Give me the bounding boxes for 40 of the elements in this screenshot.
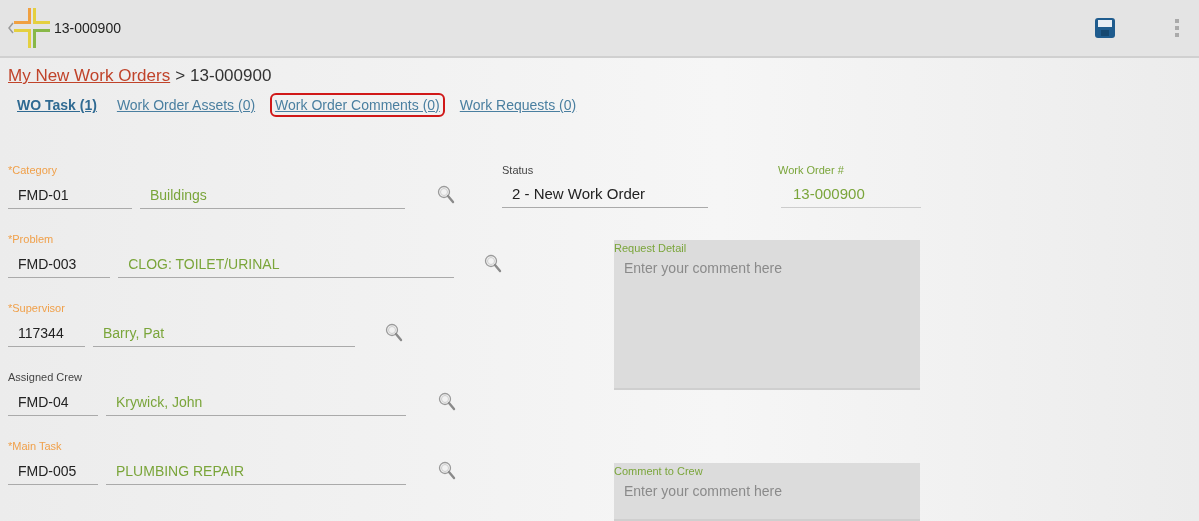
screen-title: 13-000900: [54, 20, 121, 36]
name-field: PLUMBING REPAIR: [106, 457, 406, 485]
breadcrumb-separator: >: [175, 66, 186, 86]
field-label: *Problem: [8, 232, 54, 247]
back-icon[interactable]: [8, 22, 14, 34]
search-icon[interactable]: [437, 185, 455, 205]
tab[interactable]: Work Order Comments (0): [270, 93, 445, 117]
code-field[interactable]: FMD-01: [8, 181, 132, 209]
search-icon[interactable]: [385, 323, 403, 343]
field-label: Request Detail: [614, 241, 687, 256]
breadcrumb-current: 13-000900: [190, 66, 272, 86]
comment-input[interactable]: Enter your comment here: [614, 479, 920, 519]
field-label: Assigned Crew: [8, 370, 82, 385]
tab[interactable]: Work Requests (0): [454, 93, 582, 117]
app-logo-icon[interactable]: [14, 8, 50, 48]
tab[interactable]: WO Task (1): [12, 93, 102, 117]
name-field: CLOG: TOILET/URINAL: [118, 250, 454, 278]
tab[interactable]: Work Order Assets (0): [111, 93, 261, 117]
overflow-menu-icon[interactable]: [1175, 19, 1179, 37]
field-label: Status: [502, 163, 534, 178]
name-field: Barry, Pat: [93, 319, 355, 347]
breadcrumb-link[interactable]: My New Work Orders: [8, 66, 171, 86]
status-field[interactable]: 2 - New Work Order: [502, 180, 708, 208]
field-label: *Category: [8, 163, 57, 178]
comment-input[interactable]: Enter your comment here: [614, 256, 920, 388]
search-icon[interactable]: [438, 461, 456, 481]
code-field[interactable]: FMD-005: [8, 457, 98, 485]
code-field[interactable]: 117344: [8, 319, 85, 347]
field-label: *Supervisor: [8, 301, 65, 316]
field-label: Comment to Crew: [614, 464, 703, 479]
search-icon[interactable]: [484, 254, 502, 274]
search-icon[interactable]: [438, 392, 456, 412]
name-field: Buildings: [140, 181, 405, 209]
field-label: Work Order #: [778, 163, 844, 178]
save-icon[interactable]: [1095, 18, 1115, 38]
field-label: *Main Task: [8, 439, 62, 454]
code-field[interactable]: FMD-003: [8, 250, 111, 278]
name-field: Krywick, John: [106, 388, 406, 416]
code-field[interactable]: FMD-04: [8, 388, 98, 416]
work-order-number-field: 13-000900: [781, 180, 921, 208]
